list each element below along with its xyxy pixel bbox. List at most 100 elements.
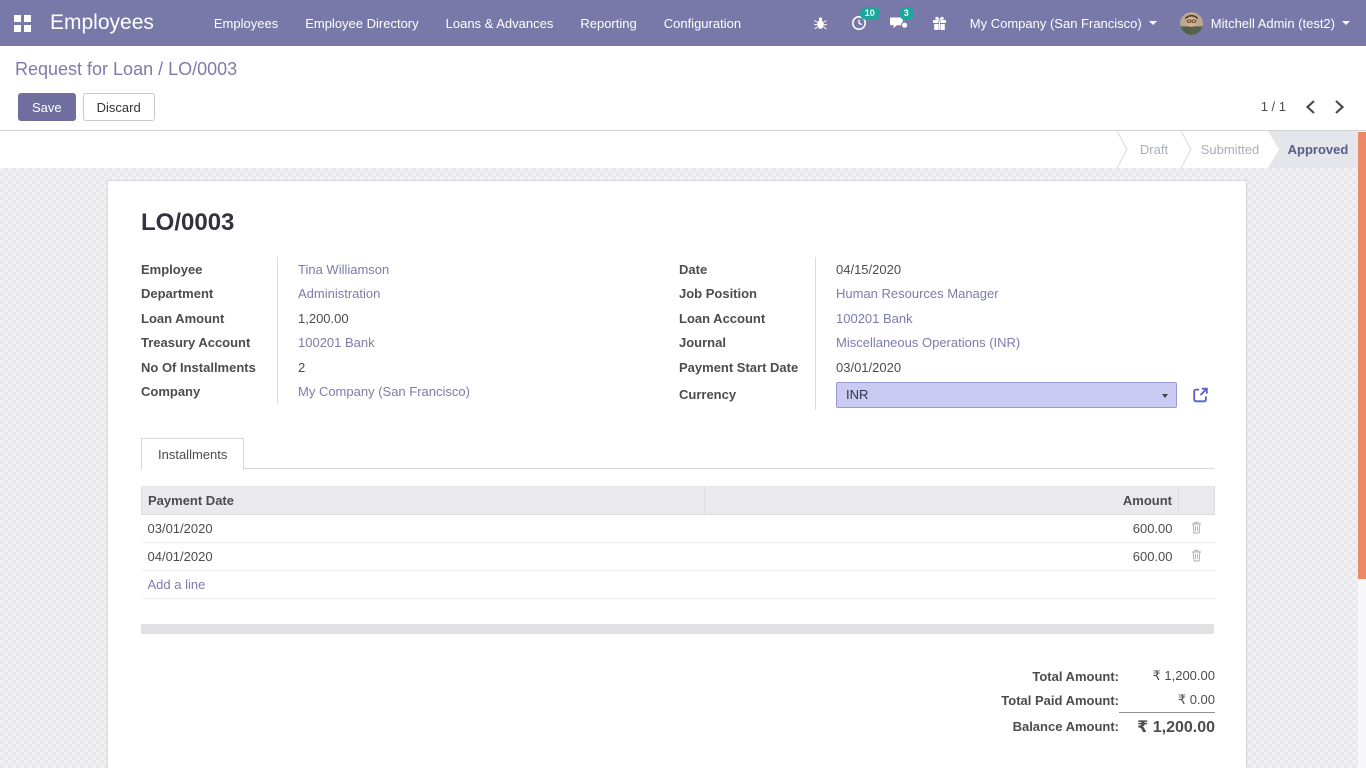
top-navbar: Employees Employees Employee Directory L…	[0, 0, 1366, 46]
pager: 1 / 1	[1261, 99, 1344, 114]
messages-chat-icon[interactable]: 3	[890, 15, 909, 31]
column-header-payment-date[interactable]: Payment Date	[142, 487, 705, 515]
apps-menu-button[interactable]	[0, 15, 44, 32]
chevron-down-icon	[1342, 21, 1350, 25]
table-header-row: Payment Date Amount	[142, 487, 1215, 515]
page-scrollbar-track[interactable]	[1358, 131, 1366, 768]
field-label-company: Company	[141, 380, 278, 405]
field-label-payment-start-date: Payment Start Date	[679, 355, 816, 380]
field-label-loan-amount: Loan Amount	[141, 306, 278, 331]
user-name: Mitchell Admin (test2)	[1211, 16, 1335, 31]
total-amount-row: Total Amount: ₹ 1,200.00	[1001, 664, 1215, 688]
field-label-currency: Currency	[679, 380, 816, 410]
field-group-right: Date 04/15/2020 Job Position Human Resou…	[679, 257, 1219, 410]
field-label-job-position: Job Position	[679, 282, 816, 307]
user-menu[interactable]: Mitchell Admin (test2)	[1180, 12, 1350, 35]
form-sheet: LO/0003 Employee Tina Williamson Departm…	[107, 180, 1247, 768]
activity-clock-icon[interactable]: 10	[851, 15, 867, 31]
table-horizontal-scrollbar[interactable]	[141, 624, 1214, 634]
field-value-job-position[interactable]: Human Resources Manager	[836, 286, 999, 301]
add-a-line-link[interactable]: Add a line	[148, 577, 206, 592]
field-value-loan-account[interactable]: 100201 Bank	[836, 311, 913, 326]
field-label-employee: Employee	[141, 257, 278, 282]
form-view-background: LO/0003 Employee Tina Williamson Departm…	[0, 168, 1366, 768]
currency-external-link-button[interactable]	[1191, 386, 1210, 404]
menu-item-reporting[interactable]: Reporting	[580, 12, 636, 35]
balance-value: ₹ 1,200.00	[1119, 712, 1215, 741]
page-scrollbar-thumb[interactable]	[1358, 132, 1366, 579]
field-value-loan-amount[interactable]: 1,200.00	[298, 311, 349, 326]
status-steps: Draft Submitted Approved	[1116, 131, 1358, 168]
pager-next-button[interactable]	[1335, 100, 1344, 114]
company-switcher[interactable]: My Company (San Francisco)	[970, 16, 1157, 31]
field-group-left: Employee Tina Williamson Department Admi…	[141, 257, 646, 404]
message-count-badge: 3	[899, 7, 914, 20]
status-step-approved[interactable]: Approved	[1268, 131, 1358, 168]
field-value-treasury-account[interactable]: 100201 Bank	[298, 335, 375, 350]
tab-installments[interactable]: Installments	[141, 438, 244, 470]
balance-row: Balance Amount: ₹ 1,200.00	[1001, 712, 1215, 741]
app-brand[interactable]: Employees	[50, 11, 154, 35]
total-paid-label: Total Paid Amount:	[1001, 688, 1119, 712]
cell-payment-date[interactable]: 03/01/2020	[142, 515, 705, 543]
field-value-journal[interactable]: Miscellaneous Operations (INR)	[836, 335, 1020, 350]
menu-item-configuration[interactable]: Configuration	[664, 12, 741, 35]
table-row[interactable]: 04/01/2020 600.00	[142, 543, 1215, 571]
total-paid-row: Total Paid Amount: ₹ 0.00	[1001, 688, 1215, 712]
delete-row-button[interactable]	[1179, 515, 1215, 543]
field-label-journal: Journal	[679, 331, 816, 356]
currency-selected-value: INR	[846, 387, 868, 402]
pager-previous-button[interactable]	[1306, 100, 1315, 114]
discard-button[interactable]: Discard	[83, 93, 155, 121]
column-header-delete	[1179, 487, 1215, 515]
control-panel: Request for Loan / LO/0003 Save Discard …	[0, 46, 1366, 131]
trash-icon	[1191, 521, 1202, 534]
main-menu: Employees Employee Directory Loans & Adv…	[214, 12, 741, 35]
field-label-installments: No Of Installments	[141, 355, 278, 380]
activity-count-badge: 10	[860, 7, 880, 20]
menu-item-employees[interactable]: Employees	[214, 12, 278, 35]
notebook-tabs: Installments	[141, 438, 1214, 469]
field-value-payment-start-date[interactable]: 03/01/2020	[836, 360, 901, 375]
pager-counter: 1 / 1	[1261, 99, 1286, 114]
screen: Employees Employees Employee Directory L…	[0, 0, 1366, 768]
field-label-treasury-account: Treasury Account	[141, 331, 278, 356]
field-value-employee[interactable]: Tina Williamson	[298, 262, 389, 277]
table-row[interactable]: 03/01/2020 600.00	[142, 515, 1215, 543]
field-value-installments[interactable]: 2	[298, 360, 305, 375]
balance-label: Balance Amount:	[1001, 712, 1119, 741]
menu-item-loans-advances[interactable]: Loans & Advances	[446, 12, 554, 35]
chevron-right-icon	[1336, 101, 1343, 113]
form-statusbar: Draft Submitted Approved	[0, 131, 1366, 168]
totals-block: Total Amount: ₹ 1,200.00 Total Paid Amou…	[1001, 664, 1215, 741]
column-header-amount[interactable]: Amount	[705, 487, 1179, 515]
total-amount-value: ₹ 1,200.00	[1119, 664, 1215, 688]
apps-grid-icon	[14, 15, 31, 32]
status-step-submitted[interactable]: Submitted	[1192, 131, 1268, 168]
field-value-company[interactable]: My Company (San Francisco)	[298, 384, 470, 399]
total-paid-value: ₹ 0.00	[1119, 688, 1215, 712]
gift-icon[interactable]	[932, 15, 947, 31]
field-value-department[interactable]: Administration	[298, 286, 380, 301]
field-value-date[interactable]: 04/15/2020	[836, 262, 901, 277]
cell-payment-date[interactable]: 04/01/2020	[142, 543, 705, 571]
step-separator-icon	[1116, 131, 1128, 168]
field-label-department: Department	[141, 282, 278, 307]
field-label-date: Date	[679, 257, 816, 282]
action-buttons: Save Discard	[18, 93, 155, 121]
step-separator-icon	[1180, 131, 1192, 168]
currency-select[interactable]: INR	[836, 382, 1177, 408]
total-amount-label: Total Amount:	[1001, 664, 1119, 688]
status-step-draft[interactable]: Draft	[1128, 131, 1180, 168]
debug-bug-icon[interactable]	[813, 15, 828, 31]
chevron-down-icon	[1149, 21, 1157, 25]
menu-item-employee-directory[interactable]: Employee Directory	[305, 12, 418, 35]
cell-amount[interactable]: 600.00	[705, 515, 1179, 543]
cell-amount[interactable]: 600.00	[705, 543, 1179, 571]
field-label-loan-account: Loan Account	[679, 306, 816, 331]
trash-icon	[1191, 549, 1202, 562]
save-button[interactable]: Save	[18, 93, 76, 121]
installments-table: Payment Date Amount 03/01/2020 600.00	[141, 486, 1215, 599]
breadcrumb[interactable]: Request for Loan / LO/0003	[15, 59, 237, 80]
delete-row-button[interactable]	[1179, 543, 1215, 571]
